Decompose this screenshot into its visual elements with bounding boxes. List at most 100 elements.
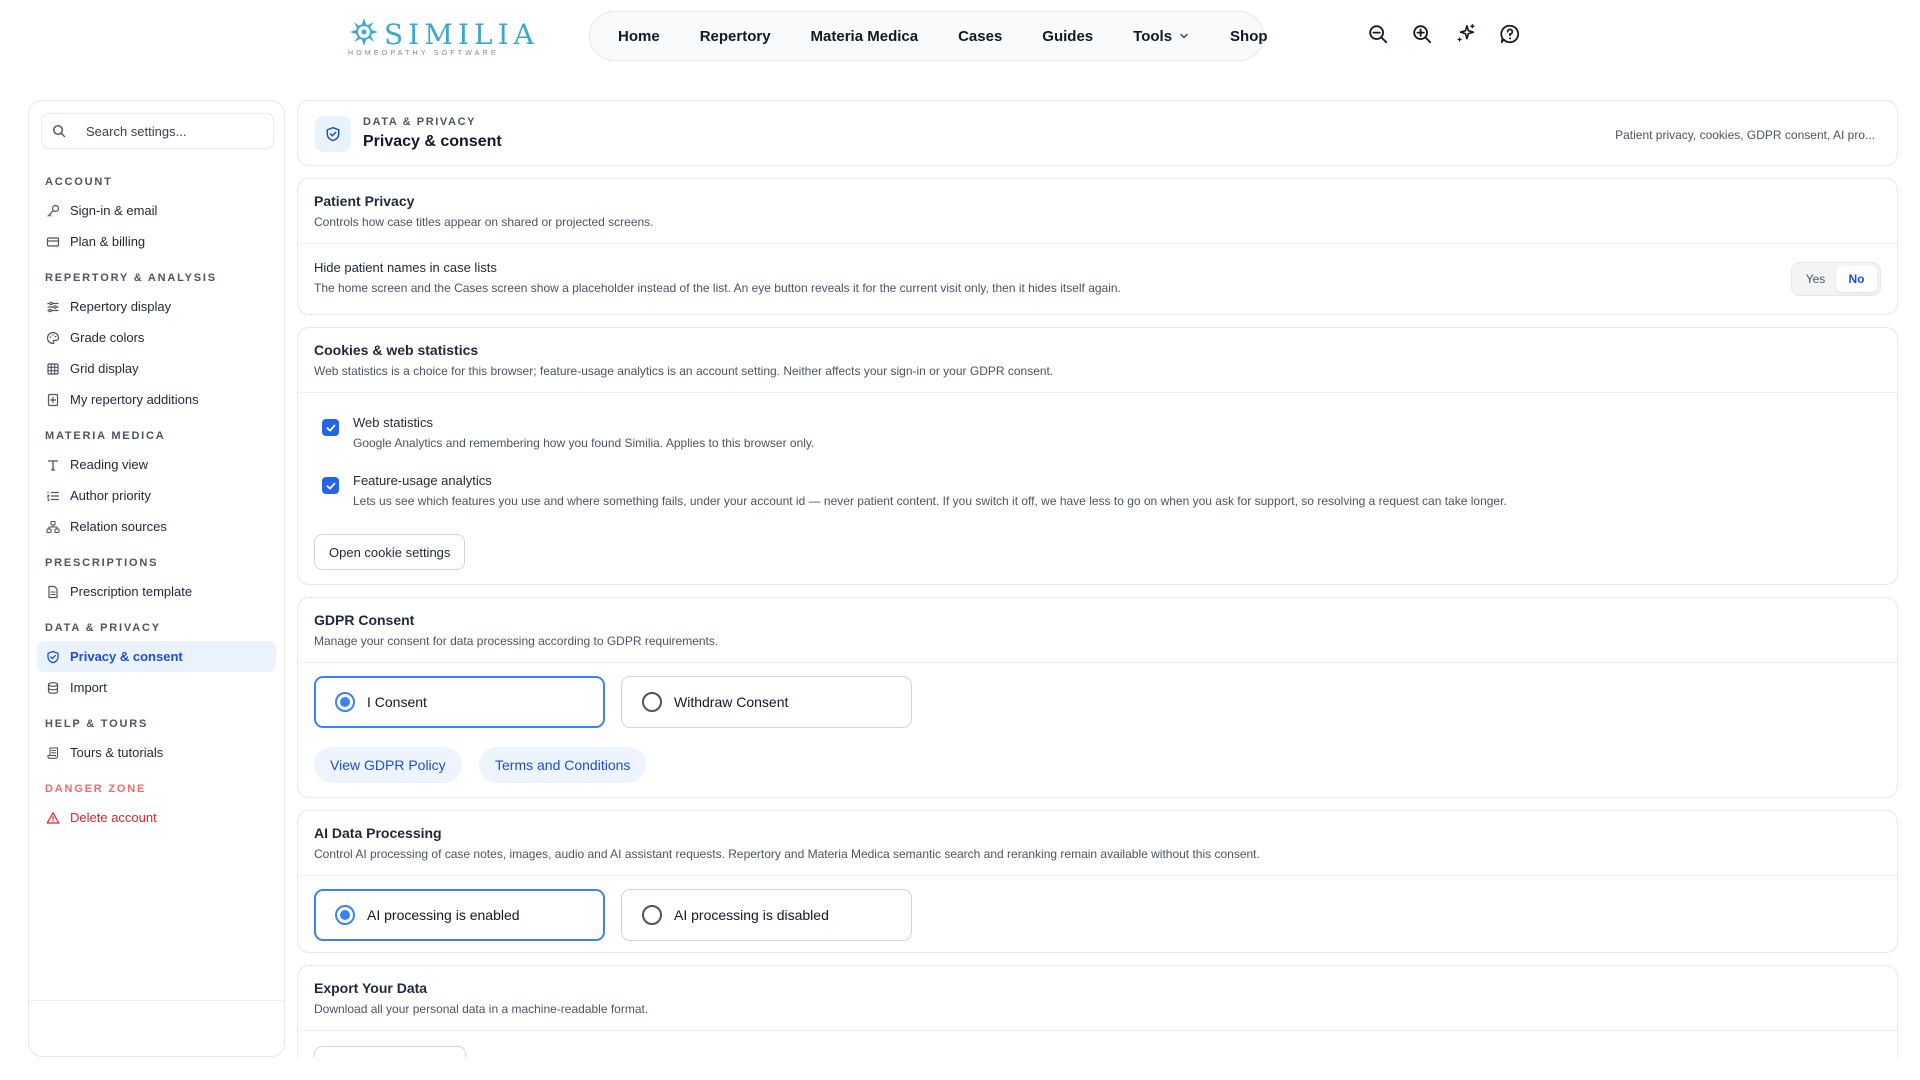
type-icon [47,459,59,471]
radio-label: AI processing is disabled [674,907,829,923]
hide-patient-names-setting: Hide patient names in case lists The hom… [298,244,1897,314]
sidebar-item-label: Prescription template [70,584,193,599]
sidebar-item-author-priority[interactable]: Author priority [37,480,276,511]
sidebar-item-privacy-consent[interactable]: Privacy & consent [37,641,276,672]
logo-mark-icon [350,18,378,46]
sidebar-group-danger-zone: DANGER ZONE Delete account [29,780,284,833]
zoom-in-button[interactable] [1410,22,1434,46]
file-text-icon [48,585,58,598]
nav-shop-label: Shop [1230,27,1268,45]
logo-tagline: HOMEOPATHY SOFTWARE [348,50,499,57]
sidebar-item-label: Sign-in & email [70,203,158,218]
nav-guides-label: Guides [1042,27,1094,45]
page-header-icon [315,116,351,152]
shield-check-icon [47,650,59,663]
palette-icon [46,331,60,344]
card-header: AI Data Processing Control AI processing… [298,811,1897,875]
credit-card-icon [46,236,60,247]
page-title: Privacy & consent [363,133,502,150]
sidebar-group-title: HELP & TOURS [45,718,149,730]
scroll-icon [47,746,59,759]
radio-dot [642,905,662,925]
toggle-no[interactable]: No [1836,266,1877,292]
card-description: Web statistics is a choice for this brow… [314,364,1054,378]
feature-usage-checkbox[interactable] [322,477,339,494]
radio-dot [335,692,355,712]
top-bar: SIMILIA HOMEOPATHY SOFTWARE Home Reperto… [0,0,1920,74]
settings-sidebar: ACCOUNT Sign-in & email Plan & billing R… [28,100,285,1057]
nav-repertory[interactable]: Repertory [680,28,791,45]
sidebar-group-title: DATA & PRIVACY [45,622,161,634]
help-icon [1500,24,1519,44]
zoom-out-button[interactable] [1366,22,1390,46]
help-button[interactable] [1498,22,1522,46]
divider [298,662,1897,663]
cookies-card: Cookies & web statistics Web statistics … [297,327,1898,585]
card-description: Manage your consent for data processing … [314,634,719,648]
sidebar-item-repertory-display[interactable]: Repertory display [37,291,276,322]
nav-tools[interactable]: Tools [1113,28,1210,45]
check-icon [326,482,335,489]
divider [298,875,1897,876]
terms-conditions-link[interactable]: Terms and Conditions [479,747,647,783]
nav-guides[interactable]: Guides [1022,28,1113,45]
similia-logo[interactable]: SIMILIA HOMEOPATHY SOFTWARE [346,12,534,60]
card-title: Patient Privacy [314,193,415,209]
sidebar-item-plan-billing[interactable]: Plan & billing [37,226,276,257]
card-title: AI Data Processing [314,825,442,841]
page-header: DATA & PRIVACY Privacy & consent Patient… [297,100,1898,166]
sidebar-item-prescription-template[interactable]: Prescription template [37,576,276,607]
sidebar-item-grid-display[interactable]: Grid display [37,353,276,384]
sidebar-item-grade-colors[interactable]: Grade colors [37,322,276,353]
logo-wordmark: SIMILIA [384,18,539,51]
ai-assistant-button[interactable] [1454,22,1478,46]
i-consent-radio[interactable]: I Consent [314,676,605,728]
setting-description: The home screen and the Cases screen sho… [314,281,1121,295]
sidebar-group-data-privacy: DATA & PRIVACY Privacy & consent Import [29,619,284,703]
nav-cases[interactable]: Cases [938,28,1022,45]
withdraw-consent-radio[interactable]: Withdraw Consent [621,676,912,728]
ai-disabled-radio[interactable]: AI processing is disabled [621,889,912,941]
sidebar-item-import[interactable]: Import [37,672,276,703]
card-description: Control AI processing of case notes, ima… [314,847,1260,861]
nav-shop[interactable]: Shop [1210,28,1288,45]
web-statistics-checkbox[interactable] [322,419,339,436]
nav-home[interactable]: Home [598,28,680,45]
sidebar-groups: ACCOUNT Sign-in & email Plan & billing R… [29,173,284,845]
viewport-bottom [0,1057,1920,1080]
sidebar-item-label: Privacy & consent [70,649,183,664]
sidebar-footer [29,1000,284,1056]
sidebar-item-label: My repertory additions [70,392,199,407]
card-title: Export Your Data [314,980,428,996]
zoom-out-icon [1369,25,1388,44]
search-settings-input[interactable] [86,123,256,139]
ai-enabled-radio[interactable]: AI processing is enabled [314,889,605,941]
card-title: Cookies & web statistics [314,342,479,358]
nav-materia-medica[interactable]: Materia Medica [791,28,939,45]
sidebar-item-my-repertory-additions[interactable]: My repertory additions [37,384,276,415]
view-gdpr-policy-link[interactable]: View GDPR Policy [314,747,462,783]
toggle-yes[interactable]: Yes [1795,266,1836,292]
network-icon [46,520,60,533]
zoom-in-icon [1413,25,1432,44]
sidebar-item-relation-sources[interactable]: Relation sources [37,511,276,542]
web-statistics-option: Web statistics Google Analytics and reme… [298,415,1897,473]
radio-label: I Consent [367,694,427,710]
nav-home-label: Home [618,27,660,45]
sidebar-item-label: Plan & billing [70,234,146,249]
yes-no-toggle: Yes No [1791,262,1881,296]
sidebar-item-sign-in-email[interactable]: Sign-in & email [37,195,276,226]
card-header: Export Your Data Download all your perso… [298,966,1897,1030]
radio-label: Withdraw Consent [674,694,789,710]
nav-cases-label: Cases [958,27,1003,45]
card-description: Controls how case titles appear on share… [314,215,654,229]
sidebar-item-tours-tutorials[interactable]: Tours & tutorials [37,737,276,768]
open-cookie-settings-button[interactable]: Open cookie settings [314,534,466,570]
sidebar-item-delete-account[interactable]: Delete account [37,802,276,833]
sidebar-item-reading-view[interactable]: Reading view [37,449,276,480]
option-title: Feature-usage analytics [353,473,492,488]
sidebar-group-title: DANGER ZONE [45,783,147,795]
sidebar-group-prescriptions: PRESCRIPTIONS Prescription template [29,554,284,607]
option-description: Lets us see which features you use and w… [353,494,1507,508]
radio-label: AI processing is enabled [367,907,520,923]
